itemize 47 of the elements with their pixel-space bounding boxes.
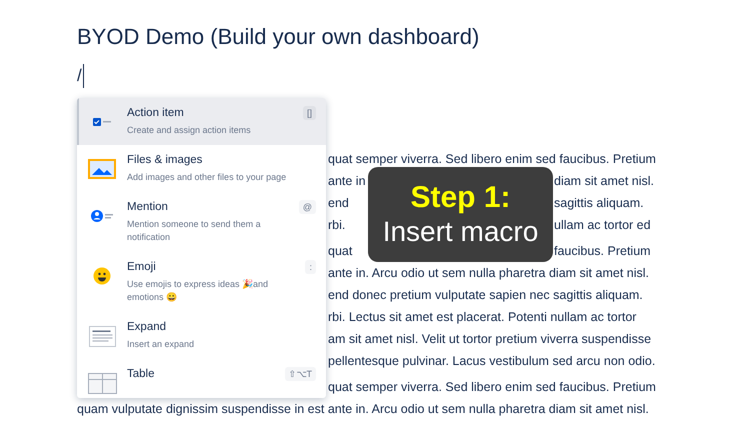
- editor-input[interactable]: /: [77, 64, 84, 88]
- image-icon: [88, 159, 116, 179]
- menu-item[interactable]: Emoji Use emojis to express ideas 🎉and emotions 😀 :: [77, 252, 326, 312]
- paragraph-line: diam sit amet nisl.: [554, 173, 654, 190]
- paragraph-line: quat semper viverra. Sed libero enim sed faucibus. Pretium: [328, 151, 656, 168]
- paragraph-line: rbi. Lectus sit amet est placerat. Potenti nullam ac tortor: [328, 309, 636, 326]
- menu-item[interactable]: Mention Mention someone to send them a notification @: [77, 192, 326, 252]
- paragraph-line: ante in. Arcu odio ut sem nulla pharetra diam sit amet nisl.: [328, 265, 649, 282]
- menu-item[interactable]: Files & images Add images and other files to your page: [77, 145, 326, 192]
- menu-item[interactable]: Table ⇧⌥T: [77, 359, 326, 398]
- paragraph-line: quam vulputate dignissim suspendisse in est ante in. Arcu odio ut sem nulla pharetra diam sit amet nisl.: [77, 401, 649, 418]
- item-description: Mention someone to send them a notification: [127, 218, 262, 244]
- paragraph-line: quat: [328, 243, 352, 260]
- item-title: Table: [127, 367, 156, 381]
- menu-item[interactable]: Action item Create and assign action items []: [77, 98, 326, 145]
- document-icon: [88, 326, 116, 346]
- step-caption: Insert macro: [382, 214, 538, 248]
- paragraph-line: pellentesque pulvinar. Lacus vestibulum sed arcu non odio.: [328, 353, 656, 370]
- smiley-icon: [93, 267, 111, 285]
- user-icon: [91, 210, 113, 222]
- item-title: Emoji: [127, 260, 157, 274]
- paragraph-line: end donec pretium vulputate sapien nec sagittis aliquam.: [328, 287, 643, 304]
- table-icon: [88, 372, 116, 394]
- paragraph-line: am sit amet nisl. Velit ut tortor pretium viverra suspendisse: [328, 331, 652, 348]
- paragraph-line: quat semper viverra. Sed libero enim sed faucibus. Pretium: [328, 379, 656, 396]
- item-description: Create and assign action items: [127, 124, 252, 137]
- item-title: Expand: [127, 320, 168, 334]
- shortcut-key: @: [298, 200, 316, 214]
- item-description: Use emojis to express ideas 🎉and emotions 😀: [127, 278, 270, 304]
- paragraph-line: end: [328, 195, 349, 212]
- step-heading: Step 1:: [410, 180, 511, 214]
- checkbox-icon: [92, 117, 112, 127]
- item-description: Add images and other files to your page: [127, 171, 288, 184]
- paragraph-line: faucibus. Pretium: [554, 243, 651, 260]
- paragraph-line: rbi.: [328, 217, 346, 234]
- paragraph-line: ullam ac tortor ed: [554, 217, 651, 234]
- item-title: Files & images: [127, 153, 204, 167]
- shortcut-key: :: [305, 260, 316, 274]
- item-description: Insert an expand: [127, 338, 196, 351]
- paragraph-line: sagittis aliquam.: [554, 195, 644, 212]
- paragraph-line: ante in: [328, 173, 366, 190]
- shortcut-key: ⇧⌥T: [284, 367, 316, 381]
- item-title: Action item: [127, 106, 185, 120]
- menu-item[interactable]: Expand Insert an expand: [77, 312, 326, 359]
- item-title: Mention: [127, 200, 169, 214]
- shortcut-key: []: [302, 106, 316, 120]
- page-title: BYOD Demo (Build your own dashboard): [77, 23, 480, 51]
